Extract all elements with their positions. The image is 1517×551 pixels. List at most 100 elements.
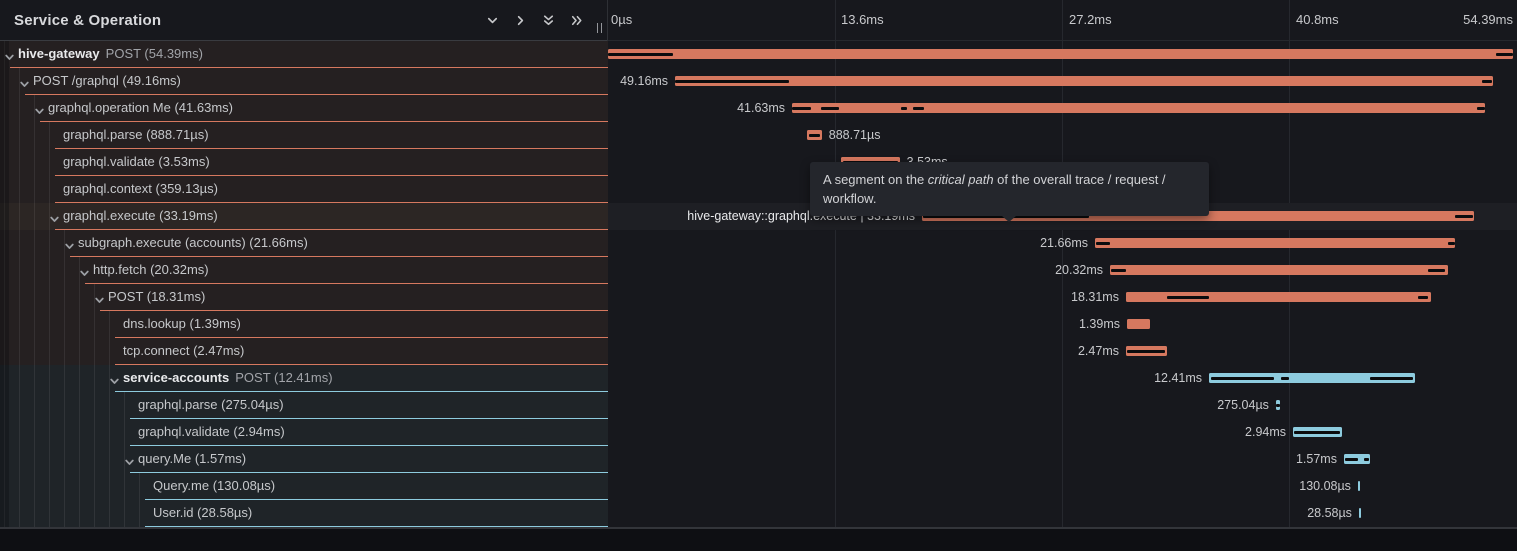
indent-guides — [4, 419, 136, 446]
span-name-cell[interactable]: User.id (28.58µs) — [0, 500, 608, 527]
span-timeline-cell[interactable]: 49.16ms — [608, 68, 1517, 95]
span-name-cell[interactable]: hive-gatewayPOST (54.39ms) — [0, 41, 608, 68]
critical-path-segment — [809, 134, 821, 137]
panel-resize-handle[interactable] — [597, 23, 602, 33]
span-timeline-cell[interactable]: 21.66ms — [608, 230, 1517, 257]
critical-path-segment — [1096, 242, 1110, 245]
chevron-down-icon[interactable] — [49, 212, 60, 230]
chevron-down-icon[interactable] — [4, 50, 15, 68]
chevron-right-icon[interactable] — [512, 12, 528, 28]
indent-guides — [4, 311, 121, 338]
critical-path-segment — [821, 107, 839, 110]
row-gutter — [0, 149, 9, 176]
span-timeline-cell[interactable]: 41.63ms — [608, 95, 1517, 122]
double-chevron-down-icon[interactable] — [540, 12, 556, 28]
span-timeline-cell[interactable]: 130.08µs — [608, 473, 1517, 500]
chevron-down-icon[interactable] — [34, 104, 45, 122]
span-row[interactable]: subgraph.execute (accounts) (21.66ms) 21.… — [0, 230, 1517, 257]
span-row[interactable]: graphql.operation Me (41.63ms)41.63ms — [0, 95, 1517, 122]
span-name: http.fetch (20.32ms) — [93, 257, 209, 283]
span-timeline-cell[interactable] — [608, 41, 1517, 68]
span-timeline-cell[interactable]: 18.31ms — [608, 284, 1517, 311]
critical-path-segment — [1496, 53, 1513, 56]
span-row[interactable]: POST (18.31ms) 18.31ms — [0, 284, 1517, 311]
span-name-cell[interactable]: query.Me (1.57ms) — [0, 446, 608, 473]
span-row[interactable]: http.fetch (20.32ms) 20.32ms — [0, 257, 1517, 284]
span-name-cell[interactable]: graphql.execute (33.19ms) — [0, 203, 608, 230]
span-bar[interactable] — [1127, 319, 1150, 329]
span-row[interactable]: hive-gatewayPOST (54.39ms) — [0, 41, 1517, 68]
span-name-cell[interactable]: POST /graphql (49.16ms) — [0, 68, 608, 95]
span-timeline-cell[interactable]: 1.39ms — [608, 311, 1517, 338]
critical-path-segment — [1482, 80, 1492, 83]
span-bar[interactable] — [1358, 481, 1360, 491]
span-row[interactable]: graphql.execute (33.19ms)hive-gateway::g… — [0, 203, 1517, 230]
span-name: POST (18.31ms) — [108, 284, 205, 310]
span-timeline-cell[interactable]: 1.57ms — [608, 446, 1517, 473]
span-row[interactable]: graphql.validate (3.53ms)3.53ms — [0, 149, 1517, 176]
chevron-down-icon[interactable] — [109, 374, 120, 392]
span-name-cell[interactable]: subgraph.execute (accounts) (21.66ms) — [0, 230, 608, 257]
span-row[interactable]: User.id (28.58µs)28.58µs — [0, 500, 1517, 527]
span-name-cell[interactable]: Query.me (130.08µs) — [0, 473, 608, 500]
span-duration-label: 21.66ms — [1040, 230, 1088, 257]
span-duration-label: 275.04µs — [1217, 392, 1269, 419]
span-bar[interactable] — [792, 103, 1485, 113]
span-bar[interactable] — [1095, 238, 1455, 248]
span-name: Query.me (130.08µs) — [153, 473, 275, 499]
span-name: graphql.execute (33.19ms) — [63, 203, 218, 229]
chevron-down-icon[interactable] — [79, 266, 90, 284]
indent-guides — [4, 284, 96, 311]
span-timeline-cell[interactable]: 20.32ms — [608, 257, 1517, 284]
span-name-cell[interactable]: service-accountsPOST (12.41ms) — [0, 365, 608, 392]
span-name-cell[interactable]: graphql.operation Me (41.63ms) — [0, 95, 608, 122]
span-bar[interactable] — [1359, 508, 1361, 518]
chevron-down-icon[interactable] — [124, 455, 135, 473]
span-timeline-cell[interactable]: 28.58µs — [608, 500, 1517, 527]
span-name-cell[interactable]: POST (18.31ms) — [0, 284, 608, 311]
span-row[interactable]: tcp.connect (2.47ms)2.47ms — [0, 338, 1517, 365]
chevron-down-icon[interactable] — [484, 12, 500, 28]
span-name-cell[interactable]: graphql.parse (275.04µs) — [0, 392, 608, 419]
span-name-cell[interactable]: http.fetch (20.32ms) — [0, 257, 608, 284]
axis-tick-label: 54.39ms — [1463, 0, 1513, 40]
span-row[interactable]: POST /graphql (49.16ms)49.16ms — [0, 68, 1517, 95]
span-row[interactable]: Query.me (130.08µs) 130.08µs — [0, 473, 1517, 500]
span-timeline-cell[interactable]: 2.94ms — [608, 419, 1517, 446]
span-name-cell[interactable]: tcp.connect (2.47ms) — [0, 338, 608, 365]
span-row[interactable]: query.Me (1.57ms)1.57ms — [0, 446, 1517, 473]
span-name: dns.lookup (1.39ms) — [123, 311, 241, 337]
indent-guides — [4, 392, 136, 419]
span-row[interactable]: dns.lookup (1.39ms) 1.39ms — [0, 311, 1517, 338]
axis-tick-label: 40.8ms — [1296, 0, 1339, 40]
span-row[interactable]: graphql.parse (888.71µs)888.71µs — [0, 122, 1517, 149]
span-timeline-cell[interactable]: 12.41ms — [608, 365, 1517, 392]
span-duration-label: 20.32ms — [1055, 257, 1103, 284]
span-row[interactable]: graphql.validate (2.94ms)2.94ms — [0, 419, 1517, 446]
span-row[interactable]: graphql.context (359.13µs)359.13µs — [0, 176, 1517, 203]
span-timeline-cell[interactable]: 2.47ms — [608, 338, 1517, 365]
row-gutter — [0, 176, 9, 203]
tooltip-text-italic: critical path — [928, 172, 994, 187]
span-row[interactable]: service-accountsPOST (12.41ms)12.41ms — [0, 365, 1517, 392]
chevron-down-icon[interactable] — [19, 77, 30, 95]
span-timeline-cell[interactable]: 275.04µs — [608, 392, 1517, 419]
span-bar[interactable] — [675, 76, 1493, 86]
span-timeline-cell[interactable]: 888.71µs — [608, 122, 1517, 149]
indent-guides — [4, 446, 126, 473]
span-name-cell[interactable]: dns.lookup (1.39ms) — [0, 311, 608, 338]
indent-guides — [4, 176, 61, 203]
chevron-down-icon[interactable] — [64, 239, 75, 257]
span-name-cell[interactable]: graphql.validate (3.53ms) — [0, 149, 608, 176]
span-name-cell[interactable]: graphql.parse (888.71µs) — [0, 122, 608, 149]
span-name-cell[interactable]: graphql.context (359.13µs) — [0, 176, 608, 203]
critical-path-segment — [901, 107, 907, 110]
double-chevron-right-icon[interactable] — [568, 12, 584, 28]
operation-name: POST (54.39ms) — [106, 46, 203, 61]
span-row[interactable]: graphql.parse (275.04µs) 275.04µs — [0, 392, 1517, 419]
span-bar[interactable] — [608, 49, 1513, 59]
chevron-down-icon[interactable] — [94, 293, 105, 311]
critical-path-segment — [1294, 431, 1340, 434]
span-name-cell[interactable]: graphql.validate (2.94ms) — [0, 419, 608, 446]
span-bar[interactable] — [1110, 265, 1448, 275]
